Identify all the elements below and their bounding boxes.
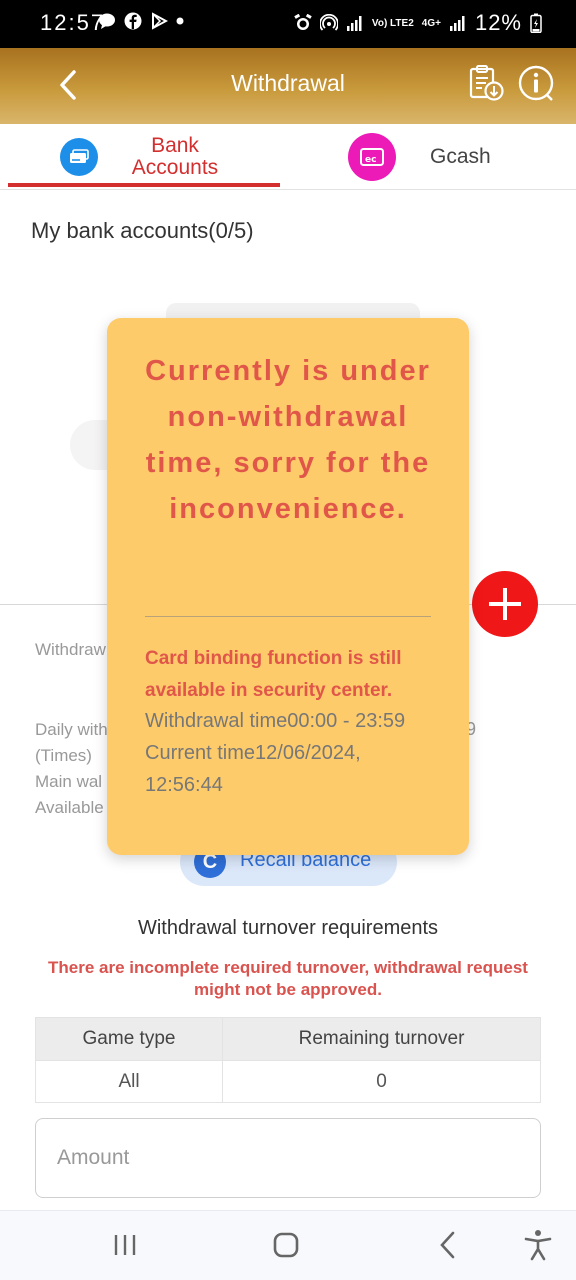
turnover-table: Game type Remaining turnover All 0	[35, 1017, 541, 1103]
bank-card-icon	[60, 138, 98, 176]
notification-icons	[98, 12, 184, 30]
bank-accounts-count-title: My bank accounts(0/5)	[31, 218, 254, 243]
account-type-tabs: Bank Accounts ec Gcash	[0, 124, 576, 190]
turnover-title: Withdrawal turnover requirements	[137, 917, 439, 939]
system-indicators: Vo) LTE2 4G+ 12%	[294, 10, 542, 36]
active-tab-indicator	[8, 183, 280, 187]
signal-icon	[449, 16, 465, 31]
play-store-icon	[152, 12, 168, 30]
tab-gcash-label: Gcash	[430, 145, 491, 168]
column-header-game-type: Game type	[36, 1018, 223, 1060]
signal-icon	[346, 16, 362, 31]
home-icon[interactable]	[266, 1225, 306, 1265]
available-label-partial: Available	[35, 798, 104, 817]
current-time-text: Current time12/06/2024, 12:56:44	[145, 742, 361, 796]
chat-bubble-icon	[99, 13, 115, 29]
main-wallet-label-partial: Main wal	[35, 772, 103, 791]
non-withdrawal-time-dialog: Currently is under non-withdrawal time, …	[107, 318, 469, 855]
status-time: 12:57	[40, 10, 106, 35]
clipboard-download-icon[interactable]	[468, 64, 504, 102]
info-circle-icon[interactable]	[517, 64, 555, 102]
tab-bank-accounts[interactable]: Bank Accounts	[60, 124, 230, 190]
turnover-warning: There are incomplete required turnover, …	[48, 958, 528, 999]
times-label: (Times)	[35, 746, 92, 765]
status-bar: 12:57 Vo) LTE2 4G+ 12%	[0, 0, 576, 48]
accessibility-icon[interactable]	[518, 1225, 558, 1265]
withdrawal-time-text: Withdrawal time00:00 - 23:59	[145, 710, 406, 732]
battery-charging-icon	[530, 13, 542, 33]
network-type-label: 4G+	[422, 18, 441, 29]
dot-icon	[176, 17, 184, 25]
dialog-divider	[145, 616, 431, 617]
app-header: Withdrawal	[0, 48, 576, 124]
withdrawal-screen: 12:57 Vo) LTE2 4G+ 12% Withdrawal Bank A…	[0, 0, 576, 1280]
recent-apps-icon[interactable]	[105, 1225, 145, 1265]
back-icon[interactable]	[428, 1225, 468, 1265]
dialog-info: Withdrawal time00:00 - 23:59 Current tim…	[145, 705, 439, 801]
hotspot-icon	[319, 14, 338, 31]
facebook-icon	[124, 12, 142, 30]
daily-withdraw-label-partial: Daily with	[35, 720, 108, 739]
withdraw-label-partial: Withdraw	[35, 640, 106, 659]
table-header-row: Game type Remaining turnover	[36, 1018, 540, 1060]
table-cell-remaining-turnover: 0	[376, 1070, 387, 1092]
system-navigation-bar	[0, 1210, 576, 1280]
tab-gcash[interactable]: ec Gcash	[348, 124, 491, 190]
network-type-text: 4G+	[421, 17, 441, 29]
card-binding-note: Card binding function is still available…	[145, 648, 402, 701]
battery-percent: 12%	[474, 10, 522, 35]
amount-input[interactable]	[35, 1118, 541, 1198]
table-row: All 0	[36, 1060, 540, 1102]
column-header-remaining-turnover: Remaining turnover	[298, 1028, 465, 1049]
volte-label: Vo) LTE2	[372, 18, 414, 29]
svg-text:ec: ec	[365, 155, 376, 165]
volte-text: Vo) LTE2	[371, 17, 414, 29]
alarm-icon	[294, 14, 312, 30]
dialog-headline: Currently is under non-withdrawal time, …	[145, 355, 431, 525]
wallet-icon: ec	[348, 133, 396, 181]
tab-bank-accounts-label: Bank Accounts	[131, 134, 219, 179]
table-cell-game-type: All	[36, 1061, 223, 1102]
add-bank-account-button[interactable]	[472, 571, 538, 637]
